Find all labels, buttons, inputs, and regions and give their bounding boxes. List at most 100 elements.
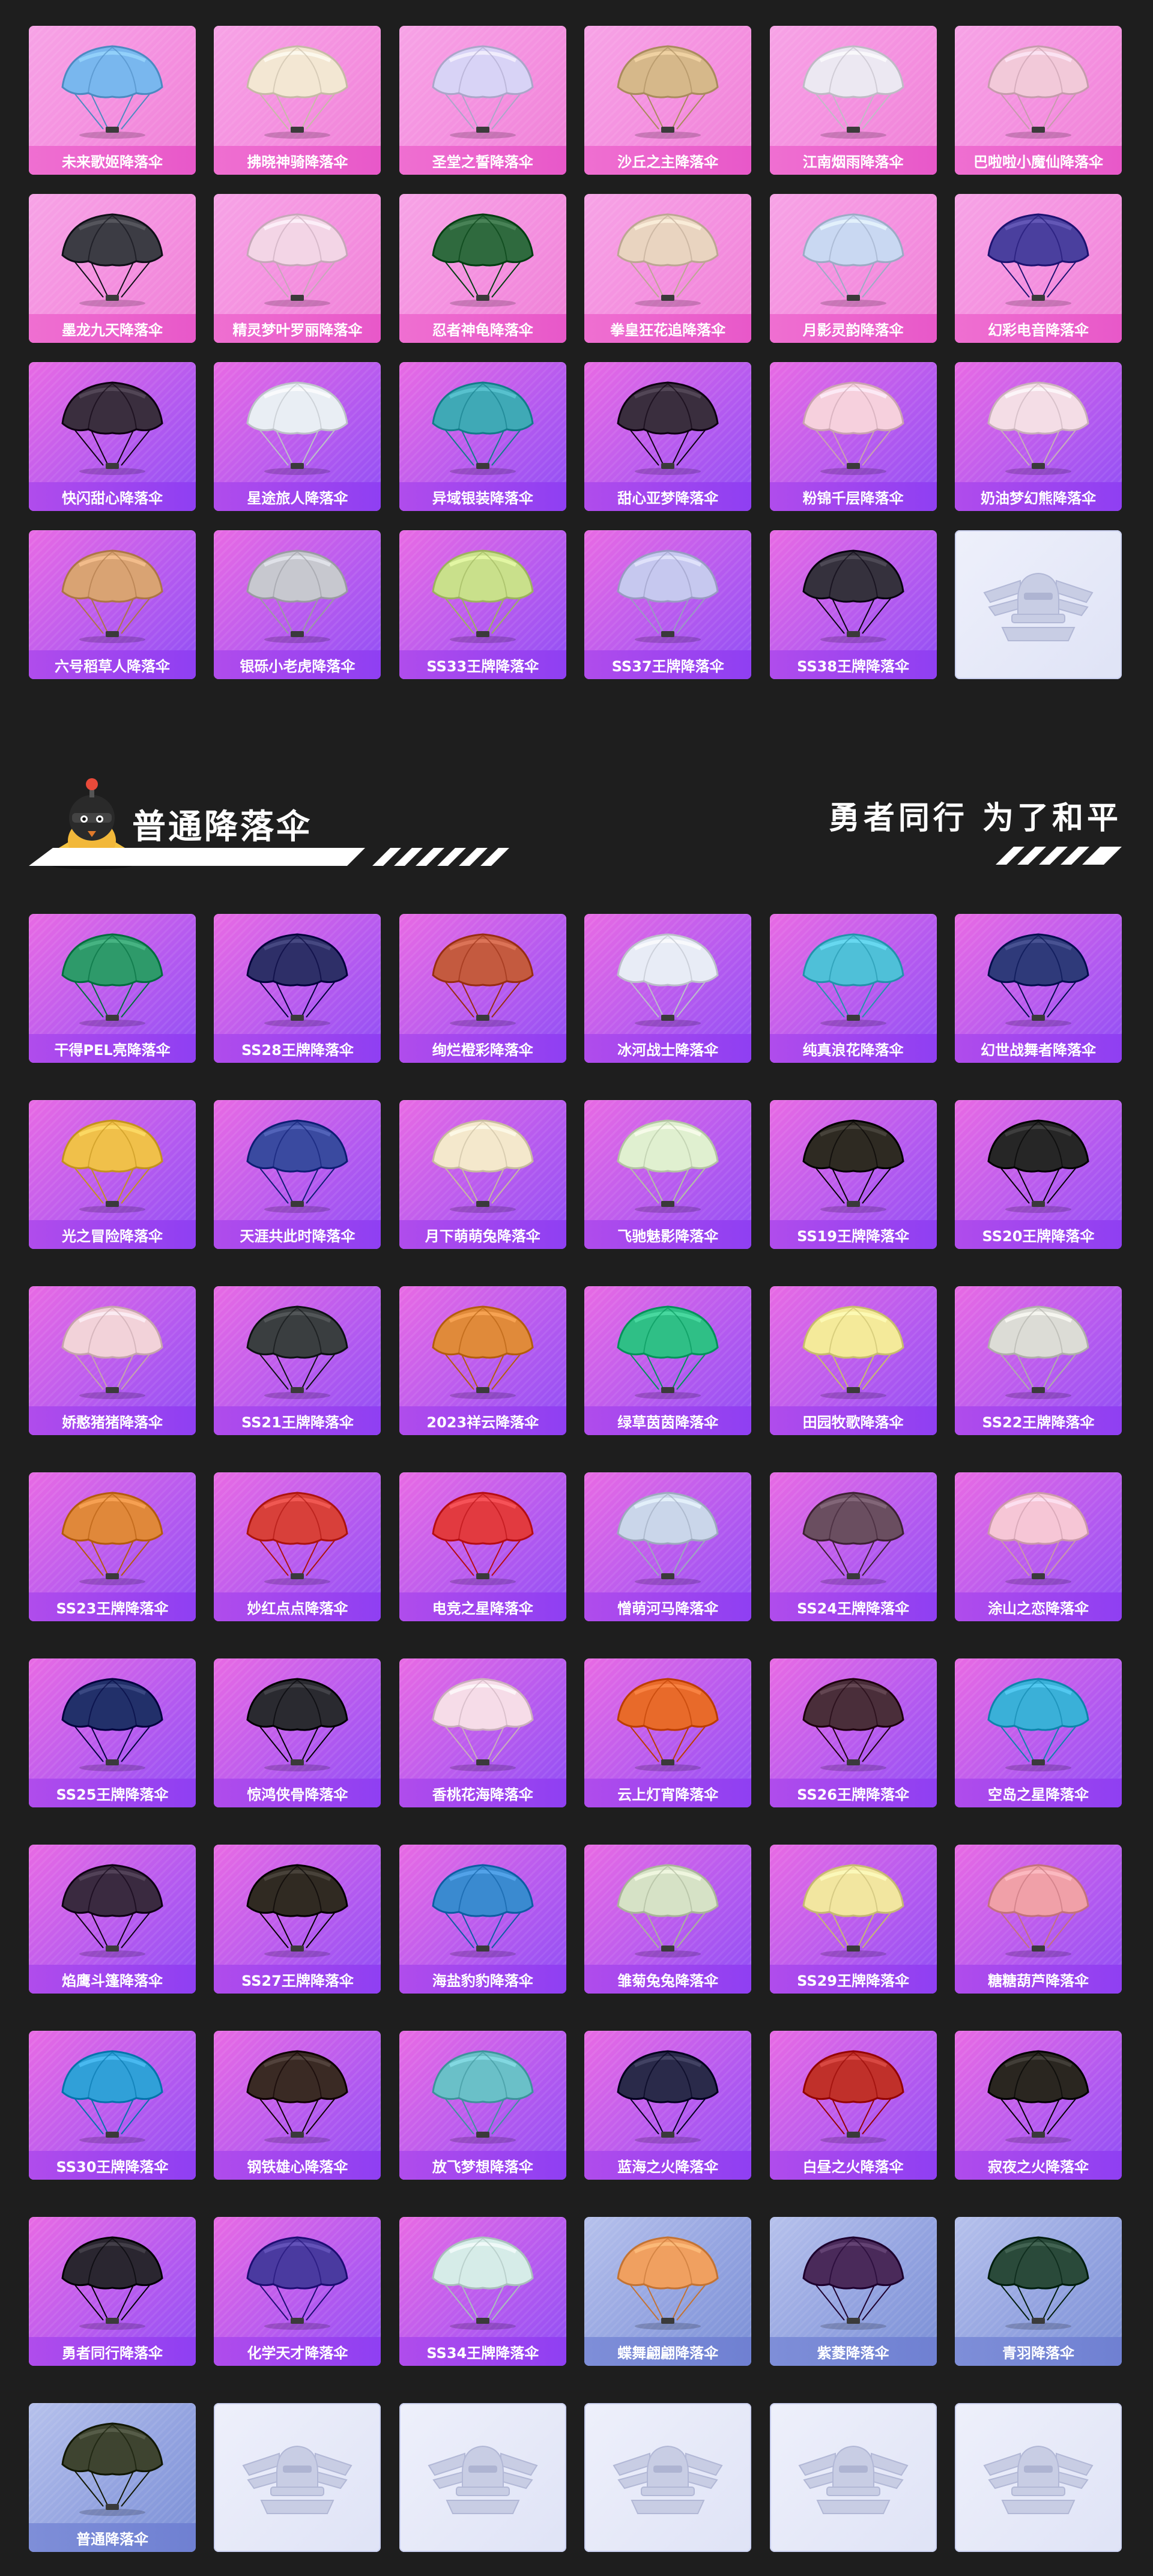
parachute-card[interactable]: 天涯共此时降落伞 bbox=[214, 1100, 381, 1249]
parachute-card[interactable]: 香桃花海降落伞 bbox=[399, 1658, 566, 1807]
parachute-card[interactable]: 田园牧歌降落伞 bbox=[769, 1286, 937, 1435]
parachute-card[interactable]: 化学天才降落伞 bbox=[214, 2217, 381, 2366]
parachute-icon bbox=[617, 2050, 719, 2144]
parachute-card[interactable]: SS24王牌降落伞 bbox=[769, 1472, 937, 1621]
top-parachute-grid: 未来歌姬降落伞 拂晓神骑降落伞 圣堂之誓降落伞 沙丘之主降落伞 江南烟雨降落伞 巴啦啦小魔… bbox=[29, 26, 1122, 679]
parachute-card[interactable]: 憎萌河马降落伞 bbox=[584, 1472, 752, 1621]
parachute-card[interactable]: SS25王牌降落伞 bbox=[29, 1658, 196, 1807]
parachute-card[interactable]: 电竞之星降落伞 bbox=[399, 1472, 566, 1621]
parachute-card[interactable]: SS22王牌降落伞 bbox=[954, 1286, 1122, 1435]
parachute-card[interactable]: 江南烟雨降落伞 bbox=[769, 26, 937, 175]
parachute-icon bbox=[432, 1119, 534, 1213]
parachute-card[interactable]: 拂晓神骑降落伞 bbox=[214, 26, 381, 175]
parachute-icon bbox=[432, 213, 534, 307]
parachute-card[interactable]: 忍者神龟降落伞 bbox=[399, 194, 566, 343]
parachute-card[interactable]: SS37王牌降落伞 bbox=[584, 530, 752, 679]
parachute-name: SS28王牌降落伞 bbox=[214, 1034, 381, 1063]
parachute-card[interactable]: 巴啦啦小魔仙降落伞 bbox=[954, 26, 1122, 175]
parachute-card[interactable]: SS34王牌降落伞 bbox=[399, 2217, 566, 2366]
parachute-card[interactable]: 沙丘之主降落伞 bbox=[584, 26, 752, 175]
parachute-card[interactable]: SS33王牌降落伞 bbox=[399, 530, 566, 679]
parachute-card[interactable]: 妙红点点降落伞 bbox=[214, 1472, 381, 1621]
parachute-card[interactable]: 焰鹰斗篷降落伞 bbox=[29, 1845, 196, 1994]
parachute-card[interactable]: 异域银装降落伞 bbox=[399, 362, 566, 511]
parachute-card[interactable]: 娇憨猪猪降落伞 bbox=[29, 1286, 196, 1435]
parachute-card[interactable]: 幻彩电音降落伞 bbox=[954, 194, 1122, 343]
parachute-icon bbox=[432, 2050, 534, 2144]
parachute-card[interactable]: 甜心亚梦降落伞 bbox=[584, 362, 752, 511]
parachute-name: SS29王牌降落伞 bbox=[769, 1965, 937, 1994]
parachute-card[interactable]: SS26王牌降落伞 bbox=[769, 1658, 937, 1807]
parachute-card[interactable]: 海盐豹豹降落伞 bbox=[399, 1845, 566, 1994]
parachute-card[interactable]: 圣堂之誓降落伞 bbox=[399, 26, 566, 175]
parachute-name: 妙红点点降落伞 bbox=[214, 1592, 381, 1621]
parachute-name: SS23王牌降落伞 bbox=[29, 1592, 196, 1621]
parachute-icon bbox=[987, 213, 1089, 307]
parachute-card[interactable]: 月下萌萌兔降落伞 bbox=[399, 1100, 566, 1249]
parachute-card[interactable]: 奶油梦幻熊降落伞 bbox=[954, 362, 1122, 511]
parachute-card[interactable]: 蝶舞翩翩降落伞 bbox=[584, 2217, 752, 2366]
parachute-card[interactable]: 幻世战舞者降落伞 bbox=[954, 914, 1122, 1063]
parachute-card[interactable]: 普通降落伞 bbox=[29, 2403, 196, 2552]
parachute-icon bbox=[617, 933, 719, 1027]
parachute-name: 快闪甜心降落伞 bbox=[29, 482, 196, 511]
parachute-card[interactable]: SS30王牌降落伞 bbox=[29, 2031, 196, 2180]
parachute-card[interactable]: 勇者同行降落伞 bbox=[29, 2217, 196, 2366]
parachute-card[interactable]: SS23王牌降落伞 bbox=[29, 1472, 196, 1621]
parachute-name: 圣堂之誓降落伞 bbox=[399, 146, 566, 175]
parachute-card[interactable]: SS38王牌降落伞 bbox=[769, 530, 937, 679]
parachute-card[interactable]: SS19王牌降落伞 bbox=[769, 1100, 937, 1249]
parachute-card[interactable]: 青羽降落伞 bbox=[954, 2217, 1122, 2366]
parachute-card[interactable]: 蓝海之火降落伞 bbox=[584, 2031, 752, 2180]
parachute-card[interactable]: SS27王牌降落伞 bbox=[214, 1845, 381, 1994]
parachute-card[interactable]: SS29王牌降落伞 bbox=[769, 1845, 937, 1994]
parachute-name: 墨龙九天降落伞 bbox=[29, 314, 196, 343]
parachute-name: 香桃花海降落伞 bbox=[399, 1779, 566, 1807]
parachute-name: 异域银装降落伞 bbox=[399, 482, 566, 511]
parachute-card[interactable]: 钢铁雄心降落伞 bbox=[214, 2031, 381, 2180]
parachute-card[interactable]: 涂山之恋降落伞 bbox=[954, 1472, 1122, 1621]
parachute-icon bbox=[617, 2236, 719, 2330]
parachute-card[interactable]: 月影灵韵降落伞 bbox=[769, 194, 937, 343]
parachute-card[interactable]: 精灵梦叶罗丽降落伞 bbox=[214, 194, 381, 343]
parachute-card[interactable]: 墨龙九天降落伞 bbox=[29, 194, 196, 343]
parachute-card[interactable]: SS21王牌降落伞 bbox=[214, 1286, 381, 1435]
parachute-card[interactable]: 快闪甜心降落伞 bbox=[29, 362, 196, 511]
parachute-card[interactable]: 冰河战士降落伞 bbox=[584, 914, 752, 1063]
parachute-card[interactable]: 绚烂橙彩降落伞 bbox=[399, 914, 566, 1063]
parachute-card[interactable]: 2023祥云降落伞 bbox=[399, 1286, 566, 1435]
parachute-card[interactable]: 空岛之星降落伞 bbox=[954, 1658, 1122, 1807]
parachute-card[interactable]: 惊鸿侠骨降落伞 bbox=[214, 1658, 381, 1807]
parachute-name: 惊鸿侠骨降落伞 bbox=[214, 1779, 381, 1807]
parachute-catalog-page: 未来歌姬降落伞 拂晓神骑降落伞 圣堂之誓降落伞 沙丘之主降落伞 江南烟雨降落伞 巴啦啦小魔… bbox=[0, 0, 1153, 2576]
parachute-card[interactable]: 光之冒险降落伞 bbox=[29, 1100, 196, 1249]
parachute-icon bbox=[617, 45, 719, 139]
parachute-name: 幻彩电音降落伞 bbox=[954, 314, 1122, 343]
parachute-card[interactable]: 星途旅人降落伞 bbox=[214, 362, 381, 511]
parachute-card[interactable]: 飞驰魅影降落伞 bbox=[584, 1100, 752, 1249]
parachute-card[interactable]: 白昼之火降落伞 bbox=[769, 2031, 937, 2180]
parachute-name: 焰鹰斗篷降落伞 bbox=[29, 1965, 196, 1994]
parachute-card[interactable]: 寂夜之火降落伞 bbox=[954, 2031, 1122, 2180]
parachute-card[interactable]: SS28王牌降落伞 bbox=[214, 914, 381, 1063]
parachute-card[interactable]: 糖糖葫芦降落伞 bbox=[954, 1845, 1122, 1994]
parachute-name: 钢铁雄心降落伞 bbox=[214, 2151, 381, 2180]
parachute-icon bbox=[246, 549, 348, 643]
parachute-card[interactable]: 未来歌姬降落伞 bbox=[29, 26, 196, 175]
parachute-card[interactable]: 粉锦千层降落伞 bbox=[769, 362, 937, 511]
parachute-card[interactable]: 六号稻草人降落伞 bbox=[29, 530, 196, 679]
parachute-name: 白昼之火降落伞 bbox=[769, 2151, 937, 2180]
parachute-card[interactable]: 纯真浪花降落伞 bbox=[769, 914, 937, 1063]
parachute-card[interactable]: 云上灯宵降落伞 bbox=[584, 1658, 752, 1807]
parachute-card[interactable]: 放飞梦想降落伞 bbox=[399, 2031, 566, 2180]
parachute-card[interactable]: 绿草茵茵降落伞 bbox=[584, 1286, 752, 1435]
empty-slot-card bbox=[399, 2403, 566, 2552]
parachute-name: 银砾小老虎降落伞 bbox=[214, 650, 381, 679]
parachute-card[interactable]: 干得PEL亮降落伞 bbox=[29, 914, 196, 1063]
parachute-card[interactable]: SS20王牌降落伞 bbox=[954, 1100, 1122, 1249]
parachute-card[interactable]: 雏菊兔兔降落伞 bbox=[584, 1845, 752, 1994]
parachute-card[interactable]: 紫菱降落伞 bbox=[769, 2217, 937, 2366]
parachute-card[interactable]: 银砾小老虎降落伞 bbox=[214, 530, 381, 679]
parachute-name: 拂晓神骑降落伞 bbox=[214, 146, 381, 175]
parachute-card[interactable]: 拳皇狂花追降落伞 bbox=[584, 194, 752, 343]
